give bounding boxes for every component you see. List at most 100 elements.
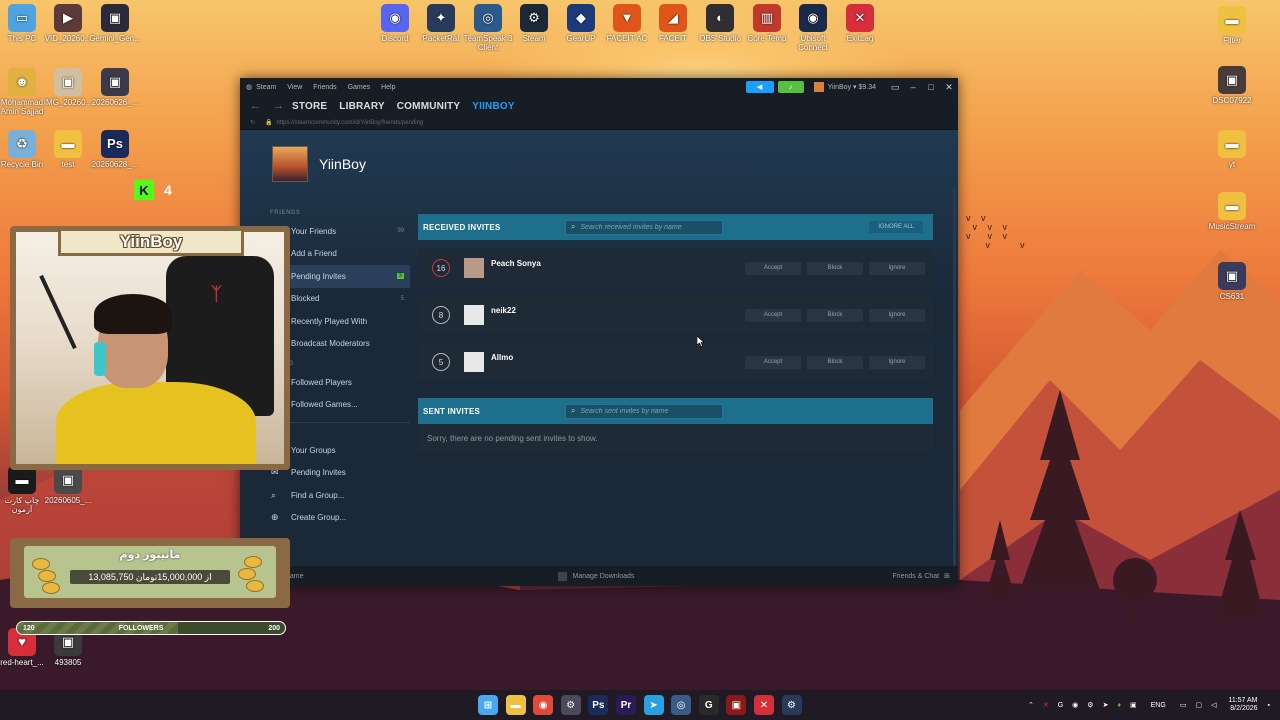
- notifications-button[interactable]: ♪: [777, 81, 804, 93]
- tray-mic-icon[interactable]: ♦: [1117, 702, 1121, 709]
- desktop-icon-1[interactable]: ✦ PacketRat: [415, 4, 467, 44]
- invite-avatar[interactable]: [464, 258, 484, 278]
- broadcast-button[interactable]: ◀: [745, 81, 774, 93]
- desktop-icon-4[interactable]: ◆ GearUP: [555, 4, 607, 44]
- taskbar-photoshop-icon[interactable]: Ps: [588, 695, 609, 715]
- desktop-icon-6-icon: ◢: [659, 4, 687, 32]
- nav-profile[interactable]: YIINBOY: [472, 101, 515, 112]
- menu-steam[interactable]: Steam: [256, 84, 276, 91]
- desktop-left-icon-0[interactable]: ▭ This PC: [0, 4, 48, 44]
- nav-community[interactable]: COMMUNITY: [397, 101, 460, 112]
- desktop-left-icon-2[interactable]: ▣ Gemini_Gen...: [89, 4, 141, 44]
- desktop-icon-0[interactable]: ◉ Discord: [369, 4, 421, 44]
- taskbar-telegram-icon[interactable]: ➤: [643, 695, 664, 715]
- taskbar-windows-icon[interactable]: ⊞: [478, 695, 498, 715]
- desktop-icon-5[interactable]: ▼ FACEIT AC: [601, 4, 653, 44]
- manage-downloads[interactable]: Manage Downloads: [557, 571, 634, 581]
- url-text[interactable]: https://steamcommunity.com/id/YiinBoy/fr…: [277, 120, 424, 126]
- network-icon[interactable]: ▭: [1180, 701, 1187, 709]
- desktop-icon-10[interactable]: ✕ ExitLag: [834, 4, 886, 44]
- taskbar-app-g-icon[interactable]: G: [698, 695, 719, 715]
- desktop-bottom-icon-3[interactable]: ▣ 20260605_...: [42, 466, 94, 506]
- desktop-right-icon-4[interactable]: ▣ CS631: [1206, 262, 1258, 302]
- desktop-right-icon-0[interactable]: ▬ Filter: [1206, 6, 1258, 46]
- tray-app2-icon[interactable]: ▣: [1130, 701, 1137, 709]
- desktop-icon-7[interactable]: ◐ OBS Studio: [694, 4, 746, 44]
- desktop-bottom-icon-2[interactable]: ▬ چاپ کارت آزمون: [0, 466, 48, 515]
- tray-app-icon[interactable]: ◉: [1072, 701, 1078, 709]
- tray-exitlag-icon[interactable]: ✕: [1043, 701, 1049, 709]
- display-icon[interactable]: ▢: [1195, 701, 1202, 709]
- account-menu[interactable]: YiinBoy ▾ $9.34: [808, 81, 882, 93]
- nav-library[interactable]: LIBRARY: [339, 101, 384, 112]
- profile-avatar[interactable]: [272, 146, 308, 182]
- desktop-right-icon-1[interactable]: ▣ DSC07922: [1206, 66, 1258, 106]
- ignore-button[interactable]: Ignore: [869, 261, 925, 275]
- block-button[interactable]: Block: [807, 261, 863, 275]
- menu-games[interactable]: Games: [348, 84, 371, 91]
- taskbar-chrome-icon[interactable]: ◉: [533, 695, 554, 715]
- desktop-icon-8[interactable]: ▥ Core Temp: [741, 4, 793, 44]
- ignore-button[interactable]: Ignore: [869, 308, 925, 322]
- volume-icon[interactable]: ◁: [1211, 701, 1216, 709]
- clock[interactable]: 11:57 AM 8/2/2026: [1228, 697, 1257, 714]
- desktop-left-icon-5[interactable]: ▣ 20260626_...: [89, 68, 141, 108]
- notification-icon[interactable]: ▪: [1268, 702, 1270, 709]
- invite-avatar[interactable]: [464, 305, 484, 325]
- accept-button[interactable]: Accept: [745, 355, 801, 369]
- desktop-left-icon-4[interactable]: ▣ IMG_20260...: [42, 68, 94, 108]
- maximize-button[interactable]: □: [922, 82, 940, 92]
- desktop-icon-9[interactable]: ◉ Ubisoft Connect: [787, 4, 839, 53]
- desktop-left-icon-7[interactable]: ▬ test: [42, 130, 94, 170]
- bigpicture-icon[interactable]: ▭: [886, 82, 904, 93]
- desktop-left-icon-6[interactable]: ♻ Recycle Bin: [0, 130, 48, 170]
- accept-button[interactable]: Accept: [745, 261, 801, 275]
- minimize-button[interactable]: –: [904, 82, 922, 92]
- tray-overflow-icon[interactable]: ⌃: [1028, 701, 1034, 709]
- menu-friends[interactable]: Friends: [313, 84, 336, 91]
- invite-actions: Accept Block Ignore: [739, 261, 925, 275]
- taskbar-premiere-icon[interactable]: Pr: [615, 695, 636, 715]
- block-button[interactable]: Block: [807, 355, 863, 369]
- page-scrollbar[interactable]: [953, 188, 956, 568]
- tray-steam-icon[interactable]: ⚙: [1087, 701, 1093, 709]
- menu-view[interactable]: View: [287, 84, 302, 91]
- tray-g-icon[interactable]: G: [1058, 702, 1063, 709]
- friends-chat[interactable]: Friends & Chat ⊞: [892, 572, 950, 581]
- desktop-icon-6[interactable]: ◢ FACEIT: [647, 4, 699, 44]
- block-button[interactable]: Block: [807, 308, 863, 322]
- taskbar-teamspeak-icon[interactable]: ◎: [671, 695, 692, 715]
- sent-search-input[interactable]: ⌕ Search sent invites by name: [565, 403, 723, 419]
- tray-telegram-icon[interactable]: ➤: [1103, 701, 1109, 709]
- back-arrow-icon[interactable]: ←: [250, 100, 261, 112]
- accept-button[interactable]: Accept: [745, 308, 801, 322]
- nav-store[interactable]: STORE: [292, 101, 327, 112]
- sidebar-item-find-group[interactable]: ⌕ Find a Group...: [262, 484, 410, 507]
- desktop-left-icon-3[interactable]: ☻ Mohammad Amin Sajjad: [0, 68, 48, 117]
- taskbar-gear-app-icon[interactable]: ⚙: [560, 695, 581, 715]
- menu-help[interactable]: Help: [381, 84, 395, 91]
- invite-avatar[interactable]: [464, 352, 484, 372]
- ignore-button[interactable]: Ignore: [869, 355, 925, 369]
- sidebar-item-create-group[interactable]: ⊕ Create Group...: [262, 507, 410, 530]
- forward-arrow-icon[interactable]: →: [273, 100, 284, 112]
- invite-name[interactable]: Peach Sonya: [491, 259, 541, 268]
- desktop-left-icon-1[interactable]: ▶ VID_20260...: [42, 4, 94, 44]
- taskbar-exitlag-icon[interactable]: ✕: [753, 695, 774, 715]
- desktop-left-icon-8[interactable]: Ps 20260628_...: [89, 130, 141, 170]
- desktop-right-icon-3[interactable]: ▬ MusicStream: [1206, 192, 1258, 232]
- profile-name[interactable]: YiinBoy: [319, 156, 366, 172]
- reload-icon[interactable]: ↻: [250, 119, 255, 126]
- received-search-input[interactable]: ⌕ Search received invites by name: [565, 219, 723, 235]
- desktop-icon-2[interactable]: ◎ TeamSpeak 3 Client: [462, 4, 514, 53]
- ignore-all-button[interactable]: IGNORE ALL: [869, 221, 923, 233]
- language-indicator[interactable]: ENG: [1151, 702, 1166, 709]
- invite-name[interactable]: Allmo: [491, 353, 513, 362]
- desktop-icon-3[interactable]: ⚙ Steam: [508, 4, 560, 44]
- desktop-right-icon-2[interactable]: ▬ yt: [1206, 130, 1258, 170]
- close-button[interactable]: ✕: [940, 82, 958, 93]
- taskbar-file-explorer-icon[interactable]: ▬: [505, 695, 526, 715]
- invite-name[interactable]: neik22: [491, 306, 516, 315]
- taskbar-app-red-icon[interactable]: ▣: [726, 695, 747, 715]
- taskbar-steam-icon[interactable]: ⚙: [781, 695, 802, 715]
